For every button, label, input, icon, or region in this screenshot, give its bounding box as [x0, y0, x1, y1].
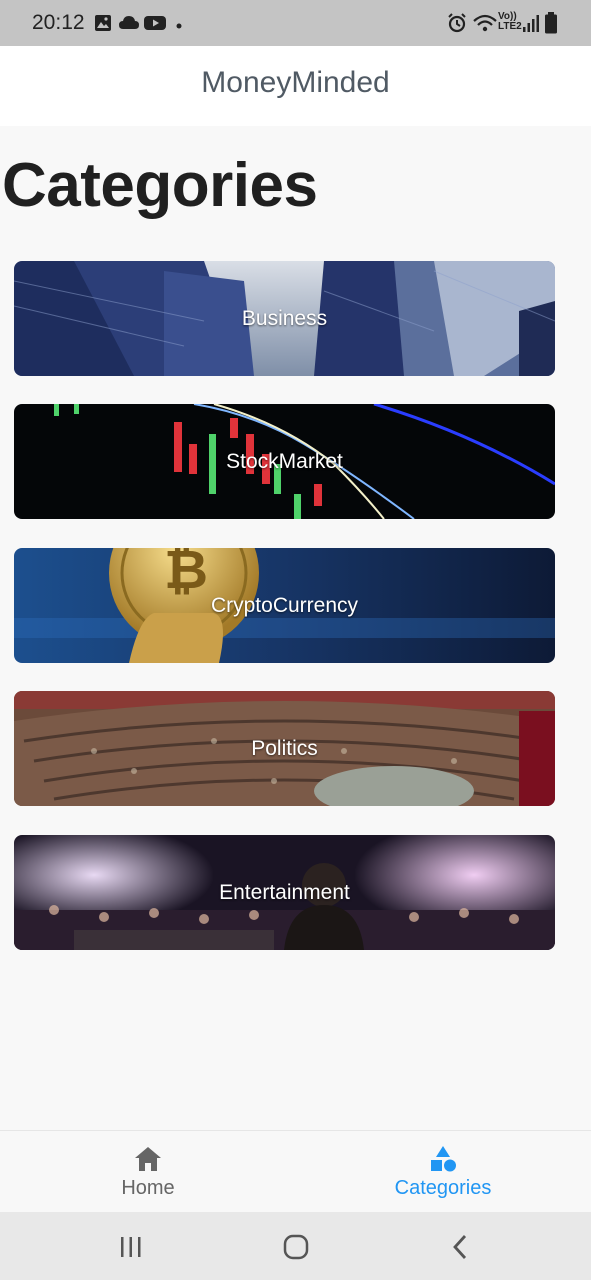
- categories-icon: [431, 1146, 456, 1172]
- nav-label-categories: Categories: [394, 1177, 492, 1199]
- wifi-icon: [473, 14, 497, 32]
- status-time: 20:12: [32, 11, 85, 34]
- signal-icon: [523, 15, 539, 32]
- system-navigation: [0, 1212, 591, 1280]
- category-label: CryptoCurrency: [210, 593, 359, 617]
- nav-item-categories[interactable]: Categories: [295, 1131, 591, 1213]
- category-card-stockmarket[interactable]: StockMarket: [14, 404, 555, 519]
- youtube-icon: [144, 16, 166, 30]
- category-card-politics[interactable]: Politics: [14, 691, 555, 806]
- bottom-navigation: Home Categories: [0, 1130, 591, 1212]
- category-label: StockMarket: [226, 449, 343, 473]
- home-icon: [135, 1147, 161, 1171]
- dot-icon: [176, 23, 182, 29]
- home-circle-icon[interactable]: [281, 1232, 311, 1262]
- battery-icon: [545, 12, 557, 34]
- category-card-entertainment[interactable]: Entertainment: [14, 835, 555, 950]
- app-bar: MoneyMinded: [0, 46, 591, 126]
- volte-label: Vo)) LTE2: [498, 11, 522, 32]
- image-icon: [95, 15, 111, 31]
- nav-label-home: Home: [121, 1177, 175, 1199]
- recent-apps-icon[interactable]: [116, 1232, 146, 1262]
- back-icon[interactable]: [446, 1232, 476, 1262]
- cloud-icon: [119, 16, 139, 29]
- app-title: MoneyMinded: [201, 66, 390, 99]
- category-label: Politics: [251, 736, 318, 760]
- category-card-cryptocurrency[interactable]: ₿ CryptoCurrency: [14, 548, 555, 663]
- category-card-business[interactable]: Business: [14, 261, 555, 376]
- page-title: Categories: [2, 151, 318, 220]
- alarm-icon: [448, 13, 466, 33]
- nav-item-home[interactable]: Home: [0, 1131, 296, 1213]
- category-label: Entertainment: [219, 880, 350, 904]
- status-bar: 20:12 Vo)) LTE2: [0, 0, 591, 46]
- category-label: Business: [241, 306, 328, 330]
